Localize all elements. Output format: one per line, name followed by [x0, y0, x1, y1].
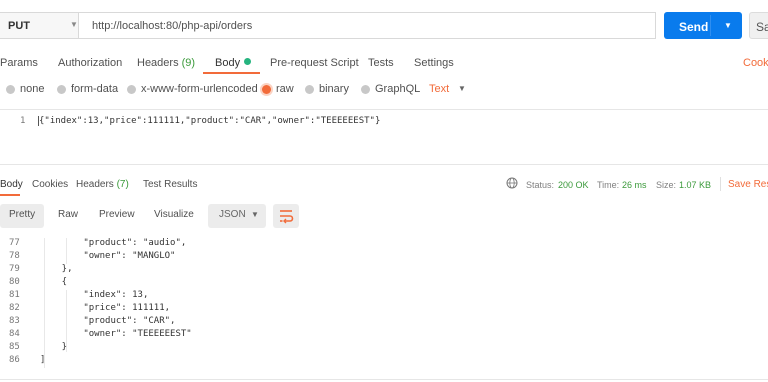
raw-type-chevron-icon[interactable]: ▼	[458, 84, 466, 93]
globe-icon[interactable]	[506, 177, 518, 189]
response-headers-count: (7)	[116, 179, 129, 190]
view-visualize-button[interactable]: Visualize	[154, 209, 194, 220]
response-tab-cookies[interactable]: Cookies	[32, 179, 68, 190]
time-value[interactable]: 26 ms	[622, 180, 647, 190]
send-button-label: Send	[679, 20, 709, 34]
response-code-line: },	[40, 264, 73, 274]
response-line-number: 79	[9, 264, 20, 274]
tab-body[interactable]: Body	[215, 57, 252, 69]
editor-border	[0, 109, 768, 110]
response-code-line: "index": 13,	[40, 290, 149, 300]
response-tab-headers[interactable]: Headers (7)	[76, 179, 129, 190]
response-line-number: 82	[9, 303, 20, 313]
radio-binary[interactable]	[305, 85, 314, 94]
radio-none[interactable]	[6, 85, 15, 94]
format-select-label: JSON	[219, 209, 246, 220]
response-line-number: 77	[9, 238, 20, 248]
response-code-line: "price": 111111,	[40, 303, 171, 313]
response-divider	[0, 164, 768, 165]
response-active-underline	[0, 194, 20, 196]
send-divider	[710, 15, 711, 36]
radio-binary-label: binary	[319, 83, 349, 95]
radio-urlencoded[interactable]	[127, 85, 136, 94]
view-pretty-button[interactable]: Pretty	[9, 209, 35, 220]
radio-form-data[interactable]	[57, 85, 66, 94]
response-code-line: }	[40, 342, 68, 352]
size-value[interactable]: 1.07 KB	[679, 180, 711, 190]
response-code-line: ]	[40, 355, 46, 365]
response-tab-body[interactable]: Body	[0, 179, 23, 190]
cookies-link[interactable]: Cooki	[743, 57, 768, 69]
wrap-lines-icon	[280, 210, 294, 224]
status-divider	[720, 177, 721, 191]
tab-settings[interactable]: Settings	[414, 57, 454, 69]
status-value[interactable]: 200 OK	[558, 180, 589, 190]
method-label: PUT	[8, 20, 30, 32]
status-label: Status:	[526, 180, 555, 190]
save-button-label: Sav	[756, 20, 768, 34]
response-line-number: 86	[9, 355, 20, 365]
tab-headers-label: Headers	[137, 57, 179, 69]
radio-raw[interactable]	[262, 85, 271, 94]
response-code-line: "owner": "TEEEEEEST"	[40, 329, 192, 339]
send-options-chevron-icon[interactable]: ▼	[724, 21, 732, 30]
bottom-divider	[0, 379, 768, 380]
line-number: 1	[20, 116, 26, 126]
tab-prerequest-script[interactable]: Pre-request Script	[270, 57, 359, 69]
radio-raw-label: raw	[276, 83, 294, 95]
radio-graphql-label: GraphQL	[375, 83, 421, 95]
size-label: Size:	[656, 180, 677, 190]
response-code-line: "owner": "MANGLO"	[40, 251, 176, 261]
view-preview-button[interactable]: Preview	[99, 209, 135, 220]
save-response-button[interactable]: Save Resp	[728, 179, 768, 190]
response-line-number: 81	[9, 290, 20, 300]
response-code-line: "product": "audio",	[40, 238, 187, 248]
request-body-editor[interactable]: {"index":13,"price":111111,"product":"CA…	[38, 116, 380, 126]
response-tab-test-results[interactable]: Test Results	[143, 179, 197, 190]
headers-count-badge: (9)	[181, 57, 196, 69]
raw-type-select[interactable]: Text	[429, 83, 449, 95]
tab-tests[interactable]: Tests	[368, 57, 394, 69]
body-indicator-dot	[244, 58, 252, 65]
response-line-number: 83	[9, 316, 20, 326]
tab-headers[interactable]: Headers (9)	[137, 57, 195, 69]
response-line-number: 80	[9, 277, 20, 287]
view-raw-button[interactable]: Raw	[58, 209, 78, 220]
tab-body-label: Body	[215, 57, 241, 69]
active-tab-underline	[203, 72, 260, 74]
radio-urlencoded-label: x-www-form-urlencoded	[141, 83, 258, 95]
response-code-line: "product": "CAR",	[40, 316, 176, 326]
response-code-line: {	[40, 277, 68, 287]
tab-authorization[interactable]: Authorization	[58, 57, 122, 69]
response-line-number: 78	[9, 251, 20, 261]
chevron-down-icon[interactable]: ▼	[70, 20, 78, 29]
tab-params[interactable]: Params	[0, 57, 38, 69]
url-text: http://localhost:80/php-api/orders	[92, 20, 253, 32]
response-line-number: 84	[9, 329, 20, 339]
time-label: Time:	[597, 180, 620, 190]
format-chevron-down-icon: ▼	[251, 210, 259, 219]
response-line-number: 85	[9, 342, 20, 352]
radio-graphql[interactable]	[361, 85, 370, 94]
radio-none-label: none	[20, 83, 45, 95]
radio-form-data-label: form-data	[71, 83, 119, 95]
response-tab-headers-label: Headers	[76, 179, 114, 190]
wrap-lines-button[interactable]	[273, 204, 299, 228]
